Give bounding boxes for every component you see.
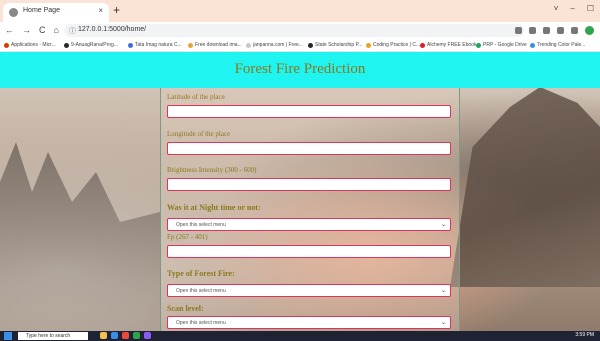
bookmark-icon (420, 42, 425, 48)
background-trees (0, 142, 160, 341)
bookmark-item[interactable]: Free download ima... (188, 42, 242, 48)
page-header: Forest Fire Prediction (0, 52, 600, 88)
chevron-down-icon: ⌄ (440, 320, 446, 326)
home-icon[interactable]: ⌂ (54, 25, 59, 36)
maximize-icon[interactable]: ☐ (587, 4, 594, 13)
fp-input[interactable] (167, 245, 451, 258)
page-content: Forest Fire Prediction Latitude of the p… (0, 52, 600, 341)
bookmark-label: PRP - Google Drive (483, 42, 527, 48)
bookmark-label: State Scholarship P... (315, 42, 363, 48)
bookmark-label: janpanna.com | Free... (253, 42, 303, 48)
bookmarks-bar: Applications - Micr... 9-AnuagRana/Prog.… (0, 40, 600, 52)
latitude-input[interactable] (167, 105, 451, 118)
latitude-label: Latitude of the place (167, 93, 225, 101)
url-field[interactable]: ⓘ 127.0.0.1:5000/home/ (64, 24, 524, 37)
bookmark-icon (188, 42, 193, 48)
brightness-label: Brightness Intensity (300 - 600) (167, 166, 257, 174)
window-controls: ˅ – ☐ (554, 4, 594, 13)
minimize-icon[interactable]: – (570, 4, 574, 13)
page-title: Forest Fire Prediction (234, 61, 366, 77)
bookmark-label: Alchemy FREE Ebook... (427, 42, 481, 48)
windows-start-icon[interactable] (4, 332, 12, 340)
bookmark-item[interactable]: PRP - Google Drive (476, 42, 527, 48)
bookmark-icon (246, 42, 251, 48)
bookmark-label: Coding Practice | C... (373, 42, 421, 48)
longitude-input[interactable] (167, 142, 451, 155)
forward-icon[interactable]: → (22, 25, 31, 36)
bookmark-item[interactable]: Alchemy FREE Ebook... (420, 42, 481, 48)
info-icon[interactable]: ⓘ (69, 26, 76, 36)
fire-type-label: Type of Forest Fire: (167, 269, 235, 278)
url-text: 127.0.0.1:5000/home/ (78, 26, 147, 33)
address-bar-row: ← → C ⌂ ⓘ 127.0.0.1:5000/home/ (0, 22, 600, 40)
scan-level-label: Scan level: (167, 304, 204, 313)
app-icon[interactable] (144, 332, 151, 339)
prediction-form: Latitude of the place Longitude of the p… (160, 88, 460, 341)
taskbar-search-field[interactable]: Type here to search (18, 332, 88, 340)
sidebar-icon[interactable] (571, 27, 578, 34)
share-icon[interactable] (515, 27, 522, 34)
background-mountain (450, 87, 600, 287)
extension-icon[interactable] (543, 27, 550, 34)
bookmark-item[interactable]: Coding Practice | C... (366, 42, 420, 48)
edge-icon[interactable] (111, 332, 118, 339)
fp-label: Fp (267 - 401) (167, 233, 208, 241)
daynight-select[interactable]: Open this select menu ⌄ (167, 218, 451, 231)
bookmark-icon (366, 42, 371, 48)
tab-search-icon[interactable]: ˅ (554, 4, 559, 13)
drive-icon (476, 42, 481, 48)
reload-icon[interactable]: C (39, 25, 46, 36)
puzzle-icon[interactable] (557, 27, 564, 34)
bookmark-icon (128, 42, 133, 48)
bookmark-icon (530, 42, 535, 48)
bookmark-item[interactable]: Applications - Micr... (4, 42, 56, 48)
bookmark-item[interactable]: janpanna.com | Free... (246, 42, 303, 48)
github-icon (308, 42, 313, 48)
bookmark-label: Applications - Micr... (11, 42, 56, 48)
favicon-icon (9, 8, 18, 17)
fire-type-select-value: Open this select menu (176, 288, 226, 294)
longitude-label: Longitude of the place (167, 130, 231, 138)
bookmark-item[interactable]: Tata Imag natura C... (128, 42, 182, 48)
bookmark-label: Tata Imag natura C... (135, 42, 182, 48)
brightness-input[interactable] (167, 178, 451, 191)
browser-tab[interactable]: Home Page × (3, 3, 109, 22)
new-tab-button[interactable]: + (113, 3, 120, 17)
chrome-icon[interactable] (122, 332, 129, 339)
github-icon (64, 42, 69, 48)
toolbar-icons (515, 26, 594, 35)
bookmark-item[interactable]: Trending Color Pale... (530, 42, 585, 48)
app-icon[interactable] (133, 332, 140, 339)
daynight-select-value: Open this select menu (176, 222, 226, 228)
profile-avatar[interactable] (585, 26, 594, 35)
fire-type-select[interactable]: Open this select menu ⌄ (167, 284, 451, 297)
system-clock: 3:59 PM (575, 332, 594, 338)
bookmark-label: Free download ima... (195, 42, 242, 48)
bookmark-label: Trending Color Pale... (537, 42, 586, 48)
bookmark-icon (4, 42, 9, 48)
scan-level-select[interactable]: Open this select menu ⌄ (167, 316, 451, 329)
back-icon[interactable]: ← (5, 25, 14, 36)
bookmark-item[interactable]: State Scholarship P... (308, 42, 362, 48)
taskbar-apps (100, 332, 151, 339)
bookmark-label: 9-AnuagRana/Prog... (71, 42, 118, 48)
daynight-label: Was it at Night time or not: (167, 203, 261, 212)
scan-level-select-value: Open this select menu (176, 320, 226, 326)
tab-bar: Home Page × + ˅ – ☐ (0, 0, 600, 22)
os-taskbar: Type here to search 3:59 PM (0, 331, 600, 341)
chevron-down-icon: ⌄ (440, 288, 446, 294)
close-tab-icon[interactable]: × (98, 6, 103, 15)
chevron-down-icon: ⌄ (440, 222, 446, 228)
taskbar-search-placeholder: Type here to search (26, 333, 71, 339)
bookmark-star-icon[interactable] (529, 27, 536, 34)
file-explorer-icon[interactable] (100, 332, 107, 339)
tab-title: Home Page (23, 7, 60, 14)
bookmark-item[interactable]: 9-AnuagRana/Prog... (64, 42, 118, 48)
nav-buttons: ← → C ⌂ (5, 25, 59, 36)
